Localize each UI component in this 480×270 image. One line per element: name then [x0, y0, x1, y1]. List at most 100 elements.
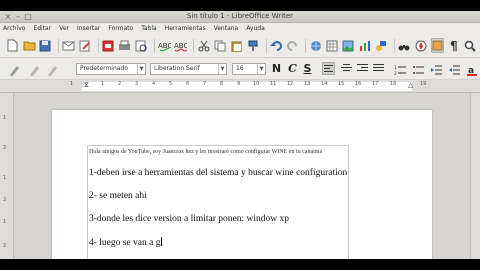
ruler-number: 1 — [101, 81, 105, 87]
draw-functions-icon[interactable] — [375, 38, 388, 53]
ruler-number: 9 — [237, 81, 241, 87]
align-right-button[interactable] — [356, 62, 369, 75]
menu-insertar[interactable]: Insertar — [77, 25, 100, 32]
text-cursor — [160, 237, 162, 246]
ruler-number: 17 — [372, 81, 379, 87]
autospellcheck-icon[interactable]: ABC — [174, 38, 188, 53]
paragraph-style-icon[interactable] — [26, 62, 41, 77]
ruler-number: 13 — [304, 81, 311, 87]
svg-text:2: 2 — [394, 71, 397, 76]
horizontal-ruler[interactable]: ⧖ △ 1 1 2 3 4 5 6 7 8 9 10 11 12 13 14 1… — [0, 80, 480, 93]
doc-line-2[interactable]: 2- se meten ahi — [89, 191, 147, 201]
edit-mode-icon[interactable] — [78, 38, 91, 53]
ruler-number: 19 — [420, 81, 427, 87]
align-center-button[interactable] — [340, 62, 353, 75]
ruler-number: 6 — [186, 81, 190, 87]
doc-line-4-text: 4- luego se van a g — [89, 238, 161, 248]
toolbar-separator — [265, 38, 267, 53]
gallery-icon[interactable] — [430, 38, 445, 53]
redo-icon[interactable] — [286, 38, 299, 53]
find-replace-icon[interactable] — [398, 38, 411, 53]
ruler-number: 3 — [135, 81, 139, 87]
zoom-icon[interactable] — [463, 38, 476, 53]
new-document-icon[interactable] — [6, 38, 19, 53]
export-pdf-icon[interactable] — [102, 38, 115, 53]
save-icon[interactable] — [39, 38, 52, 53]
spellcheck-icon[interactable]: ABC — [158, 38, 171, 53]
formatting-toolbar: Predeterminado ▼ Liberation Serif ▼ 16 ▼… — [0, 58, 480, 80]
document-page[interactable]: Hola amigos de YouTube, soy Juancrax hez… — [52, 110, 432, 259]
chevron-down-icon[interactable]: ▼ — [137, 64, 145, 74]
font-color-icon[interactable]: a — [464, 62, 479, 77]
font-name-select[interactable]: Liberation Serif ▼ — [150, 63, 227, 75]
hyperlink-icon[interactable] — [309, 38, 322, 53]
toolbar-separator — [193, 38, 195, 53]
print-preview-icon[interactable] — [134, 38, 147, 53]
menu-archivo[interactable]: Archivo — [3, 25, 25, 32]
menu-ver[interactable]: Ver — [59, 25, 69, 32]
justify-button[interactable] — [372, 62, 385, 75]
vruler-number: 1 — [3, 115, 7, 121]
print-icon[interactable] — [118, 38, 131, 53]
vertical-ruler[interactable]: 1 2 1 2 1 2 — [0, 93, 14, 259]
ruler-number: 16 — [355, 81, 362, 87]
menu-ayuda[interactable]: Ayuda — [246, 25, 265, 32]
menu-editar[interactable]: Editar — [33, 25, 51, 32]
right-indent-marker[interactable]: △ — [408, 81, 413, 89]
cut-icon[interactable] — [197, 38, 210, 53]
menu-bar: Archivo Editar Ver Insertar Formato Tabl… — [0, 23, 480, 34]
vruler-number: 1 — [3, 175, 7, 181]
paragraph-style-select[interactable]: Predeterminado ▼ — [76, 63, 146, 75]
bold-button[interactable]: N — [270, 62, 283, 75]
formatting-marks-icon[interactable]: ¶ — [447, 38, 460, 53]
doc-line-1[interactable]: 1-deben irse a herramientas del sistema … — [89, 168, 347, 178]
image-icon[interactable] — [342, 38, 355, 53]
open-folder-icon[interactable] — [22, 38, 36, 53]
undo-icon[interactable] — [269, 38, 283, 53]
left-indent-marker[interactable]: ⧖ — [84, 81, 89, 90]
vruler-number: 1 — [3, 219, 7, 225]
screen-frame: × – □ Sin título 1 - LibreOffice Writer … — [0, 0, 480, 270]
ruler-number: 11 — [270, 81, 277, 87]
align-left-button[interactable] — [322, 62, 335, 75]
increase-indent-icon[interactable] — [446, 62, 461, 77]
table-icon[interactable] — [325, 38, 338, 53]
decrease-indent-icon[interactable] — [428, 62, 443, 77]
underline-button[interactable]: S — [301, 62, 314, 75]
navigator-icon[interactable] — [414, 38, 427, 53]
menu-ventana[interactable]: Ventana — [214, 25, 239, 32]
font-name-value: Liberation Serif — [154, 65, 200, 72]
styles-icon[interactable] — [6, 62, 21, 77]
chevron-down-icon[interactable]: ▼ — [218, 64, 226, 74]
toolbar-separator — [97, 38, 99, 53]
numbering-icon[interactable]: 12 — [392, 62, 407, 77]
ruler-track — [82, 82, 412, 91]
svg-text:1: 1 — [394, 65, 397, 70]
chart-icon[interactable] — [358, 38, 371, 53]
toolbar-separator — [153, 38, 155, 53]
video-letterbox-bottom — [0, 259, 480, 270]
italic-button[interactable]: C — [286, 62, 299, 75]
doc-line-3[interactable]: 3-donde les dice version a limitar ponen… — [89, 214, 289, 224]
paragraph-style-value: Predeterminado — [80, 65, 128, 72]
copy-icon[interactable] — [214, 38, 227, 53]
vertical-scrollbar[interactable] — [470, 93, 480, 259]
ruler-number: 14 — [321, 81, 328, 87]
clone-format-icon[interactable] — [246, 38, 259, 53]
ruler-number: 2 — [118, 81, 122, 87]
doc-line-4[interactable]: 4- luego se van a g — [89, 237, 162, 248]
menu-herramientas[interactable]: Herramientas — [165, 25, 206, 32]
standard-toolbar: ABC ABC ¶ — [0, 34, 480, 58]
vruler-number: 2 — [3, 243, 7, 249]
character-style-icon[interactable] — [44, 62, 59, 77]
font-size-select[interactable]: 16 ▼ — [232, 63, 266, 75]
email-icon[interactable] — [62, 38, 75, 53]
paste-icon[interactable] — [230, 38, 243, 53]
title-bar[interactable]: × – □ Sin título 1 - LibreOffice Writer — [0, 11, 480, 23]
chevron-down-icon[interactable]: ▼ — [257, 64, 265, 74]
menu-tabla[interactable]: Tabla — [141, 25, 157, 32]
doc-line-intro[interactable]: Hola amigos de YouTube, soy Juancrax hez… — [89, 149, 322, 155]
bullets-icon[interactable] — [410, 62, 425, 77]
toolbar-separator — [305, 38, 307, 53]
menu-formato[interactable]: Formato — [108, 25, 133, 32]
